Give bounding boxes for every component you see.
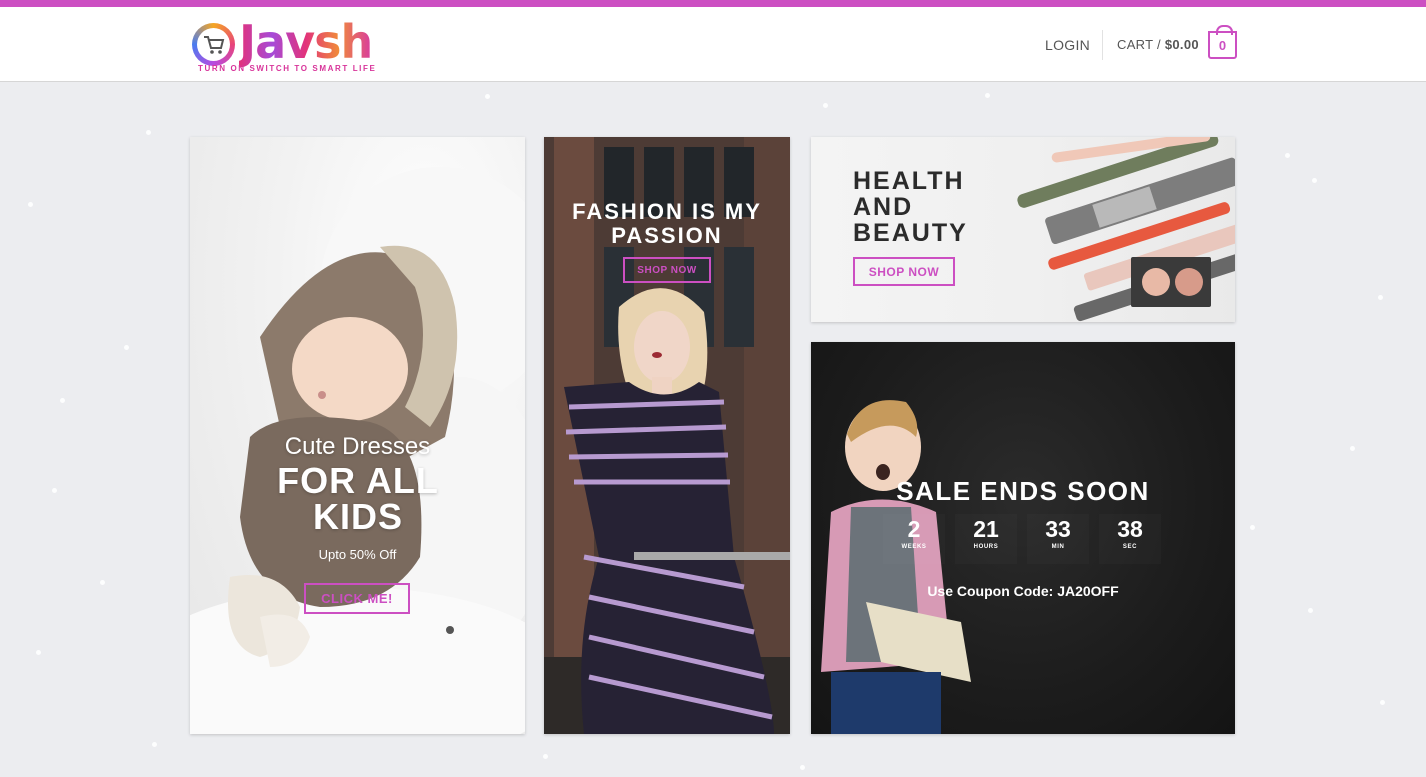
sale-countdown-banner[interactable]: SALE ENDS SOON 2 WEEKS 21 HOURS 33 MIN 3…: [811, 342, 1235, 734]
snow-dot: [152, 742, 157, 747]
snow-dot: [1308, 608, 1313, 613]
sale-title: SALE ENDS SOON: [896, 476, 1150, 506]
countdown-seconds-label: SEC: [1122, 544, 1138, 550]
logo-ring: [192, 23, 235, 66]
snow-dot: [28, 202, 33, 207]
top-accent-bar: [0, 0, 1426, 7]
countdown-seconds-value: 38: [1117, 516, 1143, 542]
site-logo[interactable]: Javsh TURN ON SWITCH TO SMART LIFE: [192, 16, 384, 76]
bag-icon[interactable]: 0: [1208, 25, 1237, 59]
cart-total: $0.00: [1164, 37, 1199, 52]
health-title: HEALTH AND BEAUTY: [853, 167, 968, 247]
cart-link[interactable]: CART / $0.00: [1117, 37, 1199, 52]
kids-promo-banner[interactable]: Cute Dresses FOR ALL KIDS Upto 50% Off C…: [190, 137, 525, 734]
shopping-cart-icon: [203, 35, 224, 54]
snow-dot: [1312, 178, 1317, 183]
kids-subtitle: Upto 50% Off: [318, 547, 397, 562]
site-header: Javsh TURN ON SWITCH TO SMART LIFE LOGIN…: [0, 7, 1426, 82]
health-beauty-banner[interactable]: HEALTH AND BEAUTY SHOP NOW: [811, 137, 1235, 322]
logo-wordmark: Javsh: [239, 15, 373, 69]
snow-dot: [985, 93, 990, 98]
countdown-timer: 2 WEEKS 21 HOURS 33 MIN 38 SEC: [883, 514, 1163, 564]
fashion-shop-now-button[interactable]: SHOP NOW: [623, 257, 711, 283]
snow-dot: [100, 580, 105, 585]
snow-dot: [800, 765, 805, 770]
snow-dot: [823, 103, 828, 108]
countdown-minutes-value: 33: [1045, 516, 1071, 542]
countdown-hours-label: HOURS: [973, 544, 999, 550]
countdown-hours-value: 21: [973, 516, 999, 542]
snow-dot: [146, 130, 151, 135]
snow-dot: [1285, 153, 1290, 158]
snow-dot: [124, 345, 129, 350]
kids-title-large: FOR ALL KIDS: [277, 460, 439, 537]
countdown-minutes-label: MIN: [1051, 544, 1065, 550]
countdown-minutes: 33 MIN: [1027, 514, 1089, 564]
cart-count: 0: [1218, 37, 1227, 53]
coupon-code-text: Use Coupon Code: JA20OFF: [927, 583, 1119, 599]
snow-dot: [60, 398, 65, 403]
click-me-button[interactable]: CLICK ME!: [304, 583, 410, 614]
nav-divider: [1102, 30, 1103, 60]
snow-dot: [543, 754, 548, 759]
countdown-seconds: 38 SEC: [1099, 514, 1161, 564]
logo-tagline: TURN ON SWITCH TO SMART LIFE: [198, 64, 377, 73]
countdown-weeks-value: 2: [907, 516, 921, 542]
snow-dot: [1350, 446, 1355, 451]
fashion-title: FASHION IS MY PASSION: [572, 199, 762, 248]
snow-dot: [52, 488, 57, 493]
snow-dot: [36, 650, 41, 655]
snow-dot: [485, 94, 490, 99]
countdown-hours: 21 HOURS: [955, 514, 1017, 564]
snow-dot: [1380, 700, 1385, 705]
health-shop-now-button[interactable]: SHOP NOW: [853, 257, 955, 286]
snow-dot: [1378, 295, 1383, 300]
kids-title-small: Cute Dresses: [284, 433, 431, 460]
countdown-weeks-label: WEEKS: [901, 544, 927, 550]
cart-label: CART /: [1117, 37, 1161, 52]
fashion-promo-banner[interactable]: FASHION IS MY PASSION SHOP NOW: [544, 137, 790, 734]
snow-dot: [1250, 525, 1255, 530]
login-link[interactable]: LOGIN: [1045, 37, 1090, 53]
countdown-weeks: 2 WEEKS: [883, 514, 945, 564]
